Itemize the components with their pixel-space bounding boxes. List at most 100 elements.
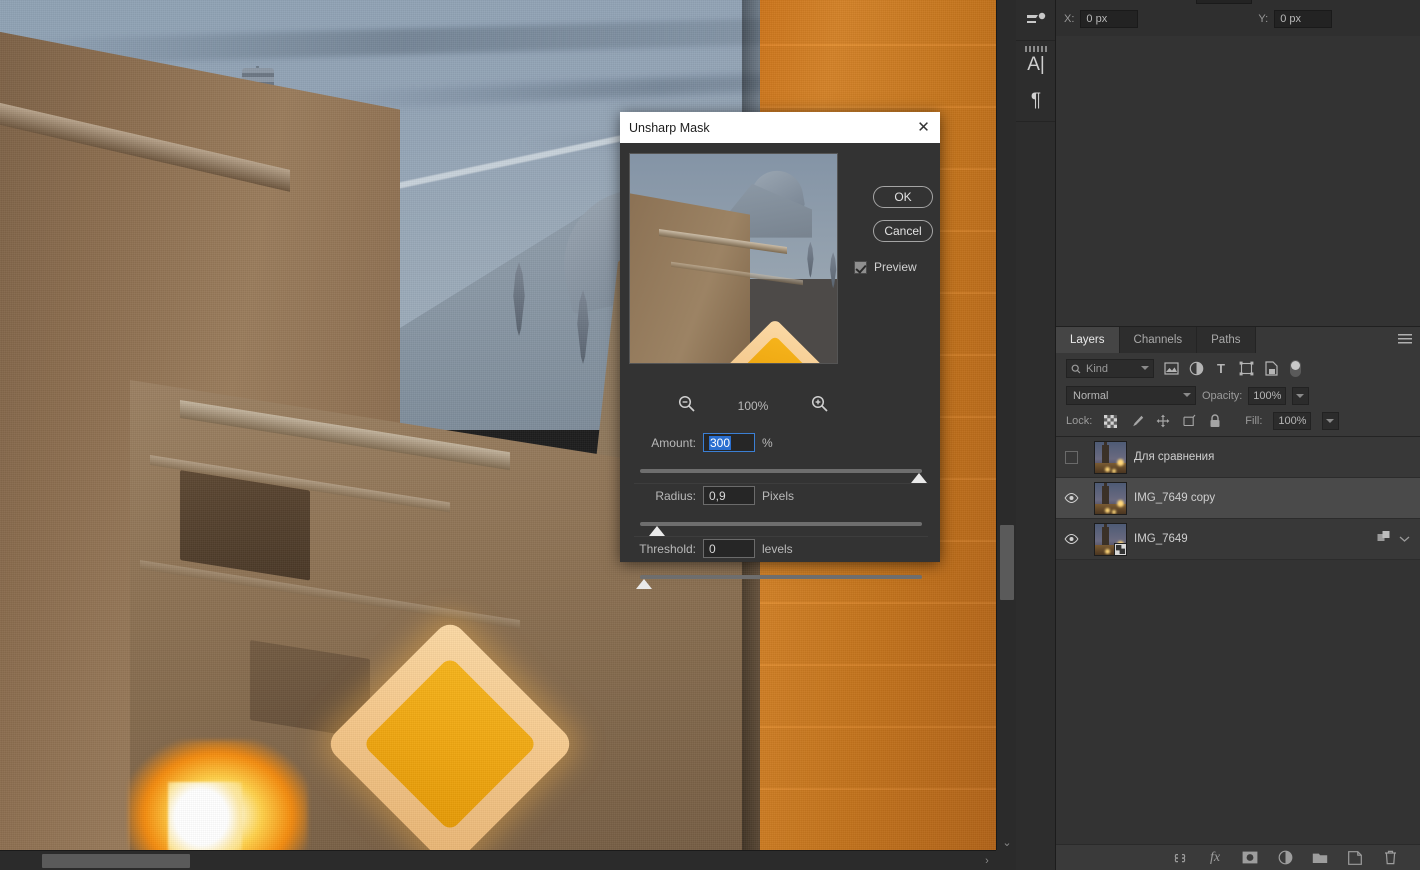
panel-menu-icon[interactable] xyxy=(1398,334,1412,345)
preview-label: Preview xyxy=(874,260,917,274)
character-panel-icon[interactable]: A| xyxy=(1016,41,1056,81)
layer-thumbnail xyxy=(1093,522,1127,556)
radius-input[interactable]: 0,9 xyxy=(703,486,755,505)
filter-preview[interactable] xyxy=(629,153,838,364)
zoom-out-icon[interactable] xyxy=(678,395,695,417)
layer-visibility-toggle[interactable] xyxy=(1056,534,1086,544)
chevron-down-icon[interactable] xyxy=(1399,530,1410,548)
canvas-horizontal-scrollbar[interactable]: › xyxy=(0,850,996,870)
filter-smart-object-icon[interactable] xyxy=(1263,361,1279,377)
delete-layer-icon[interactable] xyxy=(1382,850,1398,866)
chevron-down-icon[interactable] xyxy=(1183,393,1191,397)
layer-thumbnail-cell[interactable] xyxy=(1086,440,1134,474)
vertical-scroll-thumb[interactable] xyxy=(1000,525,1014,600)
y-input[interactable]: 0 px xyxy=(1274,10,1333,28)
dialog-title-bar: Unsharp Mask ✕ xyxy=(620,112,940,143)
layer-thumbnail-cell[interactable] xyxy=(1086,522,1134,556)
chevron-down-icon xyxy=(1296,393,1305,398)
dialog-title: Unsharp Mask xyxy=(629,120,710,135)
opacity-stepper[interactable] xyxy=(1292,386,1310,405)
priority-road-sign xyxy=(318,612,582,850)
layer-name[interactable]: Для сравнения xyxy=(1134,451,1420,463)
layer-name[interactable]: IMG_7649 copy xyxy=(1134,492,1420,504)
lock-image-icon[interactable] xyxy=(1129,414,1144,429)
layers-list: Для сравнения IMG_7649 copy IMG_7649 xyxy=(1056,437,1420,560)
blend-mode-select[interactable]: Normal xyxy=(1066,386,1196,405)
layer-name[interactable]: IMG_7649 xyxy=(1134,533,1377,545)
tab-paths[interactable]: Paths xyxy=(1197,327,1256,353)
radius-slider-handle[interactable] xyxy=(649,526,665,536)
chevron-right-icon[interactable]: › xyxy=(978,851,996,870)
right-panel-column: X: 0 px Y: 0 px Layers Channels Paths Ki… xyxy=(1056,0,1420,870)
lock-position-icon[interactable] xyxy=(1155,414,1170,429)
blend-mode-row: Normal Opacity: 100% xyxy=(1056,383,1420,408)
filter-type-icon[interactable]: T xyxy=(1213,361,1229,377)
lock-label: Lock: xyxy=(1066,415,1093,427)
zoom-in-icon[interactable] xyxy=(811,395,828,417)
tab-channels[interactable]: Channels xyxy=(1119,327,1198,353)
filter-adjustment-icon[interactable] xyxy=(1188,361,1204,377)
threshold-slider-handle[interactable] xyxy=(636,579,652,589)
amount-slider-track[interactable] xyxy=(640,469,927,483)
new-group-icon[interactable] xyxy=(1312,850,1328,866)
preview-checkbox-row[interactable]: Preview xyxy=(854,260,917,274)
threshold-input[interactable]: 0 xyxy=(703,539,755,558)
x-label: X: xyxy=(1064,13,1075,25)
filter-enable-toggle[interactable] xyxy=(1290,360,1301,377)
xy-coordinates: X: 0 px Y: 0 px xyxy=(1064,10,1333,28)
preview-checkbox[interactable] xyxy=(854,260,867,274)
linked-layers-icon[interactable] xyxy=(1377,530,1391,549)
amount-value: 300 xyxy=(709,436,732,450)
ok-button[interactable]: OK xyxy=(873,186,933,208)
layer-thumbnail xyxy=(1093,481,1127,515)
eye-off-icon xyxy=(1064,450,1078,464)
amount-input[interactable]: 300 xyxy=(703,433,755,452)
amount-label: Amount: xyxy=(651,435,696,450)
chevron-down-icon[interactable]: ⌄ xyxy=(997,836,1017,850)
options-stub-field[interactable] xyxy=(1196,0,1252,4)
paragraph-panel-icon[interactable]: ¶ xyxy=(1016,81,1056,121)
preview-zoom-controls: 100% xyxy=(678,395,828,417)
add-layer-mask-icon[interactable] xyxy=(1242,850,1258,866)
filter-kind-select[interactable]: Kind xyxy=(1066,359,1154,378)
brush-preset-glyph xyxy=(1027,12,1046,23)
layer-visibility-toggle[interactable] xyxy=(1056,493,1086,503)
cancel-button[interactable]: Cancel xyxy=(873,220,933,242)
filter-shape-icon[interactable] xyxy=(1238,361,1254,377)
layer-filter-row: Kind T xyxy=(1056,353,1420,383)
photoshop-window: ⌄ › A| ¶ X: 0 px Y: 0 px Layers Channels… xyxy=(0,0,1420,870)
chevron-down-icon[interactable] xyxy=(1141,366,1149,370)
amount-slider-handle[interactable] xyxy=(911,473,927,483)
threshold-slider-track[interactable] xyxy=(636,575,922,589)
radius-control: Radius: 0,9 Pixels xyxy=(620,486,940,505)
horizontal-scroll-thumb[interactable] xyxy=(42,854,190,868)
x-input[interactable]: 0 px xyxy=(1080,10,1139,28)
table-row[interactable]: Для сравнения xyxy=(1056,437,1420,478)
new-adjustment-layer-icon[interactable] xyxy=(1277,850,1293,866)
tab-layers[interactable]: Layers xyxy=(1056,327,1120,353)
layer-visibility-toggle[interactable] xyxy=(1056,450,1086,464)
panel-icon-dock[interactable]: A| ¶ xyxy=(1016,0,1056,870)
link-layers-icon[interactable] xyxy=(1172,850,1188,866)
table-row[interactable]: IMG_7649 xyxy=(1056,519,1420,560)
fill-label: Fill: xyxy=(1245,415,1263,427)
lock-transparency-icon[interactable] xyxy=(1103,414,1118,429)
canvas-vertical-scrollbar[interactable]: ⌄ xyxy=(996,0,1016,850)
fill-stepper[interactable] xyxy=(1322,412,1340,430)
filter-pixel-icon[interactable] xyxy=(1163,361,1179,377)
new-layer-icon[interactable] xyxy=(1347,850,1363,866)
street-lamp-core xyxy=(168,782,242,850)
character-panel-label: A| xyxy=(1027,54,1045,75)
lock-artboard-icon[interactable] xyxy=(1181,414,1196,429)
fill-input[interactable]: 100% xyxy=(1273,412,1312,430)
amount-row: Amount: 300 % xyxy=(620,433,940,452)
layer-thumbnail-cell[interactable] xyxy=(1086,481,1134,515)
table-row[interactable]: IMG_7649 copy xyxy=(1056,478,1420,519)
empty-panel-area xyxy=(1056,36,1420,326)
opacity-input[interactable]: 100% xyxy=(1248,386,1287,405)
close-icon[interactable]: ✕ xyxy=(915,119,932,136)
lock-all-icon[interactable] xyxy=(1207,414,1222,429)
layer-style-fx-icon[interactable]: fx xyxy=(1207,850,1223,866)
brush-preset-icon[interactable] xyxy=(1016,0,1056,40)
radius-slider-track[interactable] xyxy=(640,522,922,536)
